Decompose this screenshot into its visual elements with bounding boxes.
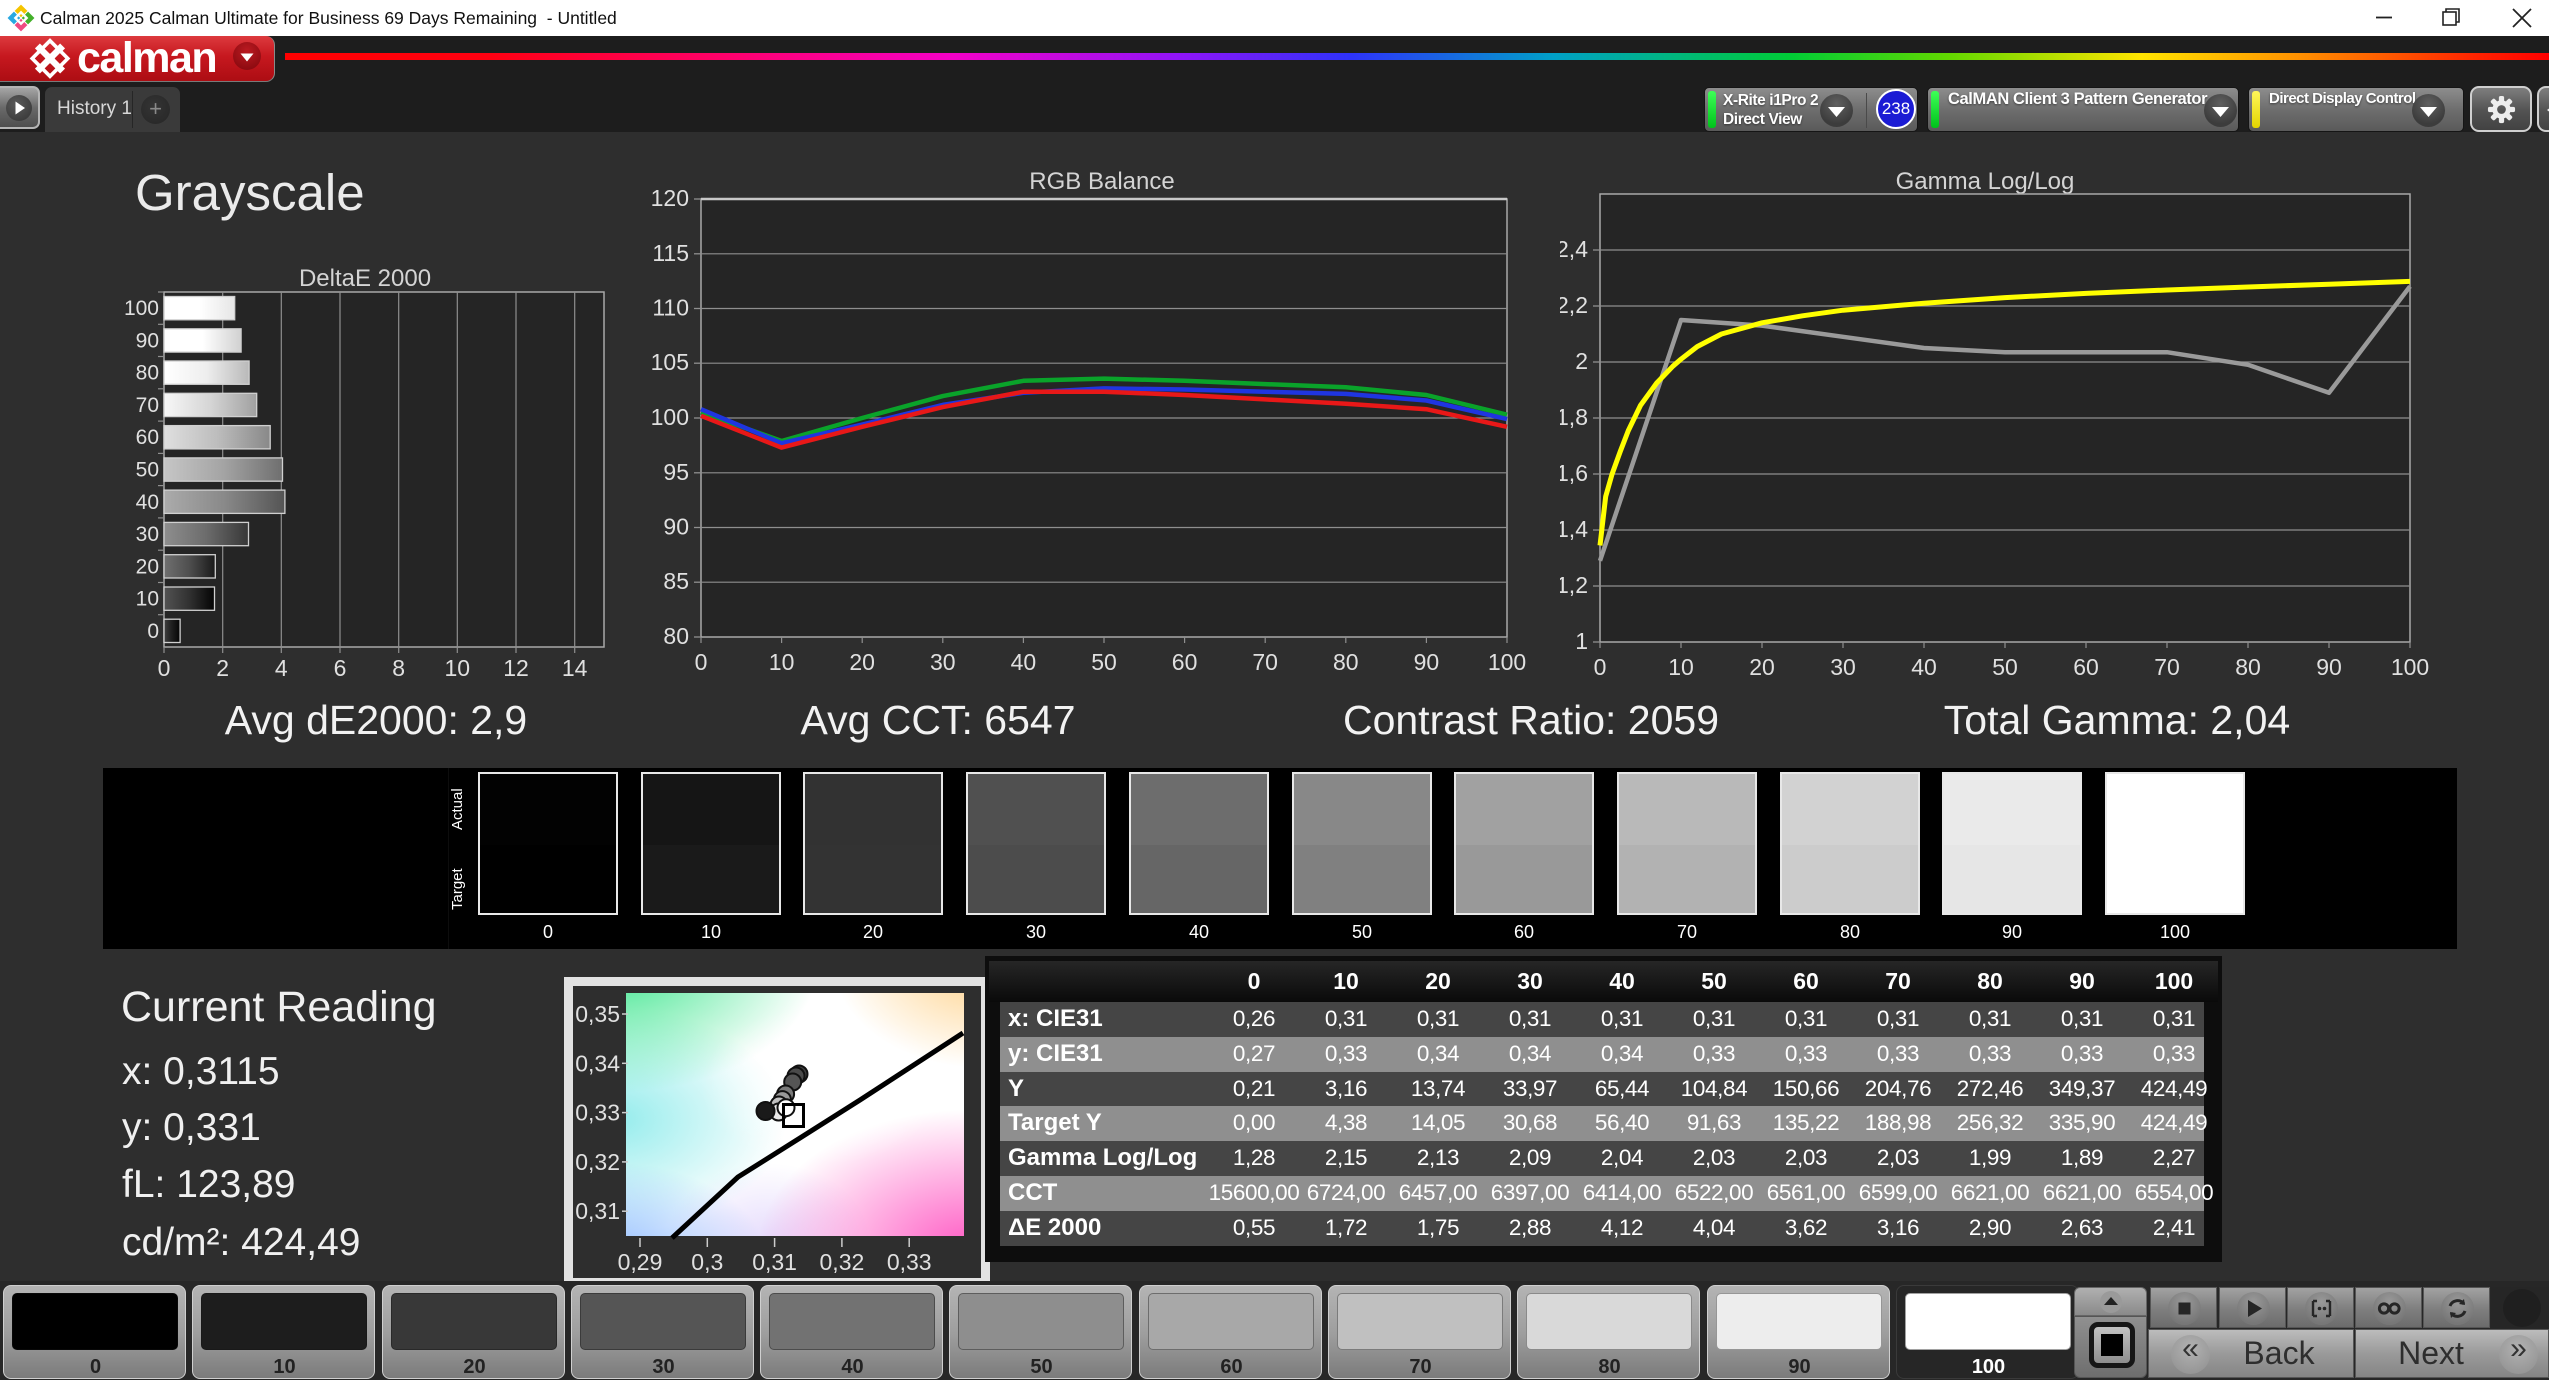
svg-text:30: 30 <box>930 649 956 675</box>
svg-text:10: 10 <box>445 655 471 681</box>
svg-text:60: 60 <box>2073 654 2099 680</box>
svg-text:120: 120 <box>651 185 689 211</box>
svg-text:105: 105 <box>651 349 689 375</box>
svg-text:60: 60 <box>136 426 159 449</box>
svg-text:90: 90 <box>2316 654 2342 680</box>
svg-text:20: 20 <box>1749 654 1775 680</box>
svg-text:2,2: 2,2 <box>1560 292 1588 318</box>
svg-text:0,29: 0,29 <box>618 1249 663 1275</box>
svg-text:100: 100 <box>124 297 159 320</box>
svg-text:0: 0 <box>695 649 708 675</box>
svg-text:0,3: 0,3 <box>691 1249 723 1275</box>
svg-text:80: 80 <box>663 623 689 649</box>
svg-text:30: 30 <box>136 523 159 546</box>
svg-text:0,32: 0,32 <box>820 1249 865 1275</box>
svg-text:40: 40 <box>1911 654 1937 680</box>
svg-text:10: 10 <box>769 649 795 675</box>
svg-text:90: 90 <box>1414 649 1440 675</box>
svg-text:1: 1 <box>1575 628 1588 654</box>
svg-text:30: 30 <box>1830 654 1856 680</box>
svg-text:40: 40 <box>136 491 159 514</box>
svg-text:85: 85 <box>663 568 689 594</box>
svg-text:2: 2 <box>1575 348 1588 374</box>
svg-text:0,34: 0,34 <box>575 1050 620 1076</box>
svg-text:90: 90 <box>136 329 159 352</box>
svg-text:0,31: 0,31 <box>752 1249 797 1275</box>
svg-text:80: 80 <box>1333 649 1359 675</box>
svg-text:8: 8 <box>392 655 405 681</box>
svg-text:Gamma Log/Log: Gamma Log/Log <box>1896 168 2075 195</box>
svg-text:1,4: 1,4 <box>1560 516 1588 542</box>
svg-text:0: 0 <box>158 655 171 681</box>
svg-text:4: 4 <box>275 655 288 681</box>
svg-text:20: 20 <box>136 555 159 578</box>
svg-text:60: 60 <box>1172 649 1198 675</box>
svg-text:0,32: 0,32 <box>575 1149 620 1175</box>
svg-text:6: 6 <box>334 655 347 681</box>
svg-text:70: 70 <box>2154 654 2180 680</box>
svg-text:80: 80 <box>136 362 159 385</box>
svg-text:0: 0 <box>147 620 159 643</box>
svg-text:0,35: 0,35 <box>575 1001 620 1027</box>
svg-text:40: 40 <box>1011 649 1037 675</box>
svg-text:95: 95 <box>663 459 689 485</box>
svg-text:12: 12 <box>503 655 529 681</box>
svg-text:100: 100 <box>1488 649 1526 675</box>
svg-text:1,2: 1,2 <box>1560 572 1588 598</box>
svg-text:1,8: 1,8 <box>1560 404 1588 430</box>
svg-text:DeltaE 2000: DeltaE 2000 <box>299 265 431 292</box>
svg-text:70: 70 <box>1252 649 1278 675</box>
svg-text:2: 2 <box>216 655 229 681</box>
svg-text:80: 80 <box>2235 654 2261 680</box>
svg-text:100: 100 <box>2391 654 2429 680</box>
svg-text:50: 50 <box>1091 649 1117 675</box>
svg-text:0: 0 <box>1594 654 1607 680</box>
svg-text:100: 100 <box>651 404 689 430</box>
svg-text:20: 20 <box>849 649 875 675</box>
svg-text:0,33: 0,33 <box>575 1100 620 1126</box>
svg-text:1,6: 1,6 <box>1560 460 1588 486</box>
svg-text:90: 90 <box>663 514 689 540</box>
svg-text:50: 50 <box>136 459 159 482</box>
svg-text:0,31: 0,31 <box>575 1198 620 1224</box>
svg-text:115: 115 <box>652 240 689 266</box>
svg-text:2,4: 2,4 <box>1560 236 1588 262</box>
svg-text:70: 70 <box>136 394 159 417</box>
svg-text:110: 110 <box>652 295 689 321</box>
svg-text:10: 10 <box>136 588 159 611</box>
svg-text:0,33: 0,33 <box>887 1249 932 1275</box>
svg-text:50: 50 <box>1992 654 2018 680</box>
svg-text:RGB Balance: RGB Balance <box>1029 168 1174 195</box>
svg-text:14: 14 <box>562 655 588 681</box>
svg-text:10: 10 <box>1668 654 1694 680</box>
